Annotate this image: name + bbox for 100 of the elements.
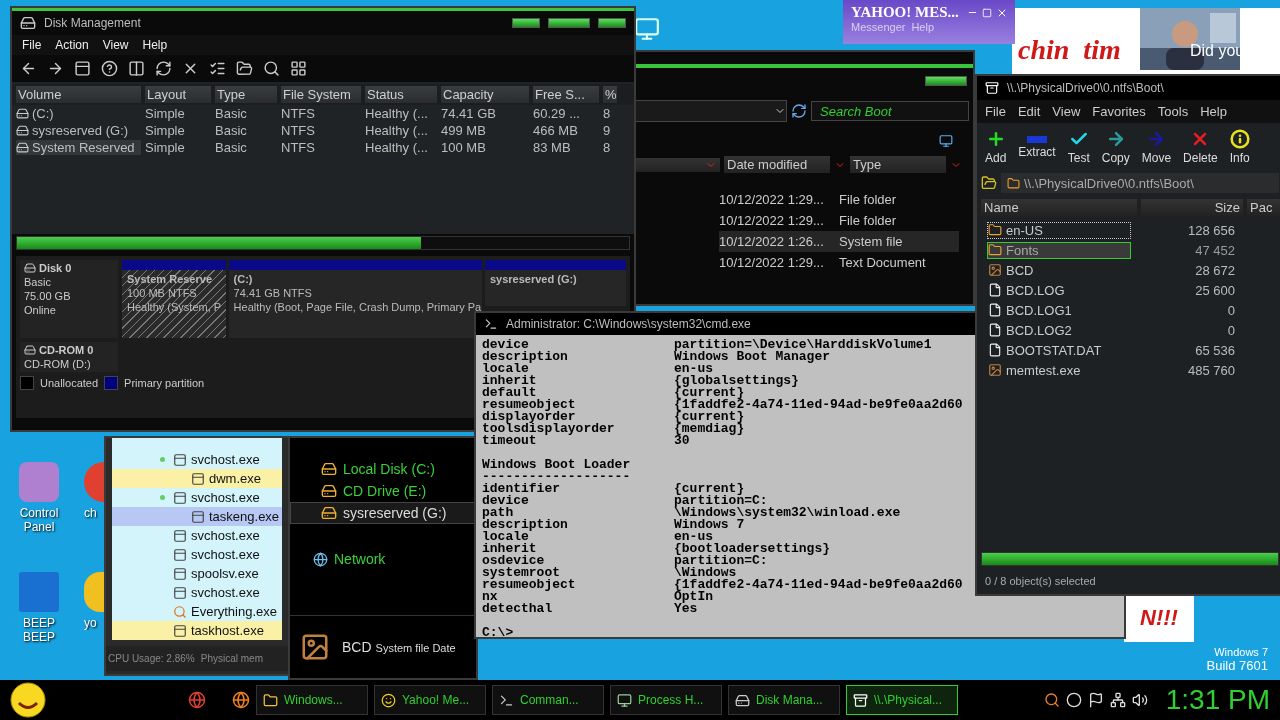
grid-icon[interactable] bbox=[290, 60, 307, 77]
nav-item[interactable]: Local Disk (C:) bbox=[290, 458, 476, 480]
menu-item[interactable]: View bbox=[1048, 103, 1085, 120]
scrollbar[interactable] bbox=[16, 236, 630, 250]
back-icon[interactable] bbox=[20, 60, 37, 77]
console-key: timeout bbox=[482, 435, 674, 447]
file-row[interactable]: BCD bbox=[987, 261, 1131, 279]
column-header[interactable]: Name bbox=[981, 199, 1137, 216]
nav-item[interactable]: CD Drive (E:) bbox=[290, 480, 476, 502]
size-cell-text: 65 536 bbox=[1194, 342, 1235, 358]
help-icon[interactable] bbox=[101, 60, 118, 77]
taskbar-button[interactable]: Comman... bbox=[492, 685, 604, 715]
checklist-icon[interactable] bbox=[209, 60, 226, 77]
drive-label[interactable]: sysreserved (G:) bbox=[16, 123, 141, 138]
maximize-icon[interactable] bbox=[981, 7, 992, 18]
menu-item[interactable]: Help bbox=[138, 37, 172, 53]
drive-label[interactable]: System Reserved bbox=[16, 140, 141, 155]
console-value: en-us bbox=[674, 363, 713, 375]
toolbar-button[interactable]: Delete bbox=[1179, 129, 1222, 165]
folder-up-icon[interactable] bbox=[981, 175, 997, 191]
columns-icon[interactable] bbox=[128, 60, 145, 77]
menu-item[interactable]: Tools bbox=[1153, 103, 1193, 120]
disk-info: Basic bbox=[24, 276, 52, 288]
browser-icon[interactable] bbox=[232, 691, 250, 709]
partition[interactable]: (C:) 74.41 GB NTFS Healthy (Boot, Page File, Crash Dump, Primary Pai bbox=[228, 260, 482, 338]
process-row[interactable]: dwm.exe bbox=[112, 469, 282, 488]
scrollbar[interactable] bbox=[981, 552, 1279, 566]
column-header[interactable]: Date modified bbox=[724, 156, 830, 173]
column-header[interactable]: File System bbox=[281, 86, 361, 103]
taskbar-button[interactable]: Windows... bbox=[256, 685, 368, 715]
forward-icon[interactable] bbox=[47, 60, 64, 77]
column-header[interactable]: Pac bbox=[1247, 199, 1280, 216]
column-header[interactable]: Capacity bbox=[441, 86, 529, 103]
column-header[interactable]: Size bbox=[1141, 199, 1243, 216]
file-row[interactable]: Fonts bbox=[987, 241, 1131, 259]
toolbar-button[interactable]: Extract bbox=[1014, 135, 1060, 159]
column-header[interactable]: Free S... bbox=[533, 86, 599, 103]
menu-item[interactable]: View bbox=[98, 37, 133, 53]
size-cell-text: 485 760 bbox=[1187, 362, 1235, 378]
file-row[interactable]: BOOTSTAT.DAT bbox=[987, 341, 1131, 359]
column-header[interactable]: Type bbox=[850, 156, 946, 173]
process-row[interactable]: taskhost.exe bbox=[112, 621, 282, 640]
window-button[interactable] bbox=[925, 76, 967, 86]
toolbar-button[interactable]: Add bbox=[981, 129, 1011, 165]
file-row[interactable]: BCD.LOG bbox=[987, 281, 1131, 299]
start-button[interactable] bbox=[10, 682, 46, 718]
column-header[interactable]: Layout bbox=[145, 86, 211, 103]
browser-icon[interactable] bbox=[188, 691, 206, 709]
search-field[interactable]: Search Boot bbox=[811, 101, 969, 121]
taskbar-button[interactable]: \\.\Physical... bbox=[846, 685, 958, 715]
clock[interactable]: 1:31 PM bbox=[1165, 684, 1270, 716]
file-row[interactable]: BCD.LOG1 bbox=[987, 301, 1131, 319]
monitor-icon bbox=[634, 16, 660, 42]
close-button[interactable] bbox=[598, 18, 626, 28]
column-header[interactable]: % bbox=[603, 86, 617, 103]
refresh-icon[interactable] bbox=[155, 60, 172, 77]
console-rule: ------------------- bbox=[482, 471, 631, 483]
menu-item[interactable]: Favorites bbox=[1088, 103, 1150, 120]
console-key: osdevice bbox=[482, 555, 674, 567]
nav-item[interactable]: sysreserved (G:) bbox=[290, 502, 476, 524]
refresh-icon[interactable] bbox=[791, 103, 807, 119]
toolbar-button[interactable]: Test bbox=[1063, 129, 1094, 165]
magnifier-icon[interactable] bbox=[263, 60, 280, 77]
version-text: Build 7601 bbox=[1206, 658, 1268, 673]
partition[interactable]: System Reserve 100 MB NTFS Healthy (System, P bbox=[122, 260, 226, 338]
column-header[interactable]: Volume bbox=[16, 86, 141, 103]
menu-item[interactable]: File bbox=[18, 37, 46, 53]
file-row[interactable]: BCD.LOG2 bbox=[987, 321, 1131, 339]
image-icon bbox=[988, 263, 1002, 277]
size-cell-text: 25 600 bbox=[1194, 282, 1235, 298]
taskbar-button[interactable]: Process H... bbox=[610, 685, 722, 715]
toolbar-button[interactable]: Move bbox=[1137, 129, 1176, 165]
file-row[interactable]: en-US bbox=[987, 221, 1131, 239]
drive-label[interactable]: (C:) bbox=[16, 106, 141, 121]
table-cell-text: 60.29 ... bbox=[533, 106, 581, 121]
table-cell-text: 100 MB bbox=[441, 140, 487, 155]
menu-item[interactable]: Action bbox=[51, 37, 93, 53]
taskbar-button[interactable]: Yahoo! Me... bbox=[374, 685, 486, 715]
toolbar-button[interactable]: Copy bbox=[1097, 129, 1134, 165]
window-icon[interactable] bbox=[74, 60, 91, 77]
minimize-button[interactable] bbox=[512, 18, 540, 28]
menu-item[interactable]: Edit bbox=[1013, 103, 1045, 120]
process-row[interactable]: taskeng.exe bbox=[112, 507, 282, 526]
partition[interactable]: sysreserved (G:) bbox=[484, 260, 626, 306]
column-header[interactable]: Status bbox=[365, 86, 437, 103]
taskbar-button[interactable]: Disk Mana... bbox=[728, 685, 840, 715]
menu-item[interactable]: File bbox=[981, 103, 1010, 120]
file-row[interactable]: 10/12/2022 1:26... System file bbox=[719, 231, 959, 252]
console-key: description bbox=[482, 351, 674, 363]
toolbar-button[interactable]: Info bbox=[1225, 129, 1254, 165]
column-header[interactable]: Type bbox=[215, 86, 277, 103]
nav-item[interactable]: Network bbox=[290, 548, 476, 570]
file-row[interactable]: 10/12/2022 1:29... File folder bbox=[719, 189, 959, 210]
maximize-button[interactable] bbox=[548, 18, 590, 28]
file-row[interactable]: 10/12/2022 1:29... File folder bbox=[719, 210, 959, 231]
menu-item[interactable]: Help bbox=[1196, 103, 1231, 120]
path-field[interactable]: \\.\PhysicalDrive0\0.ntfs\Boot\ bbox=[1001, 173, 1279, 193]
file-row[interactable]: 10/12/2022 1:29... Text Document bbox=[719, 252, 959, 273]
file-row[interactable]: memtest.exe bbox=[987, 361, 1131, 379]
folder-icon[interactable] bbox=[236, 60, 253, 77]
